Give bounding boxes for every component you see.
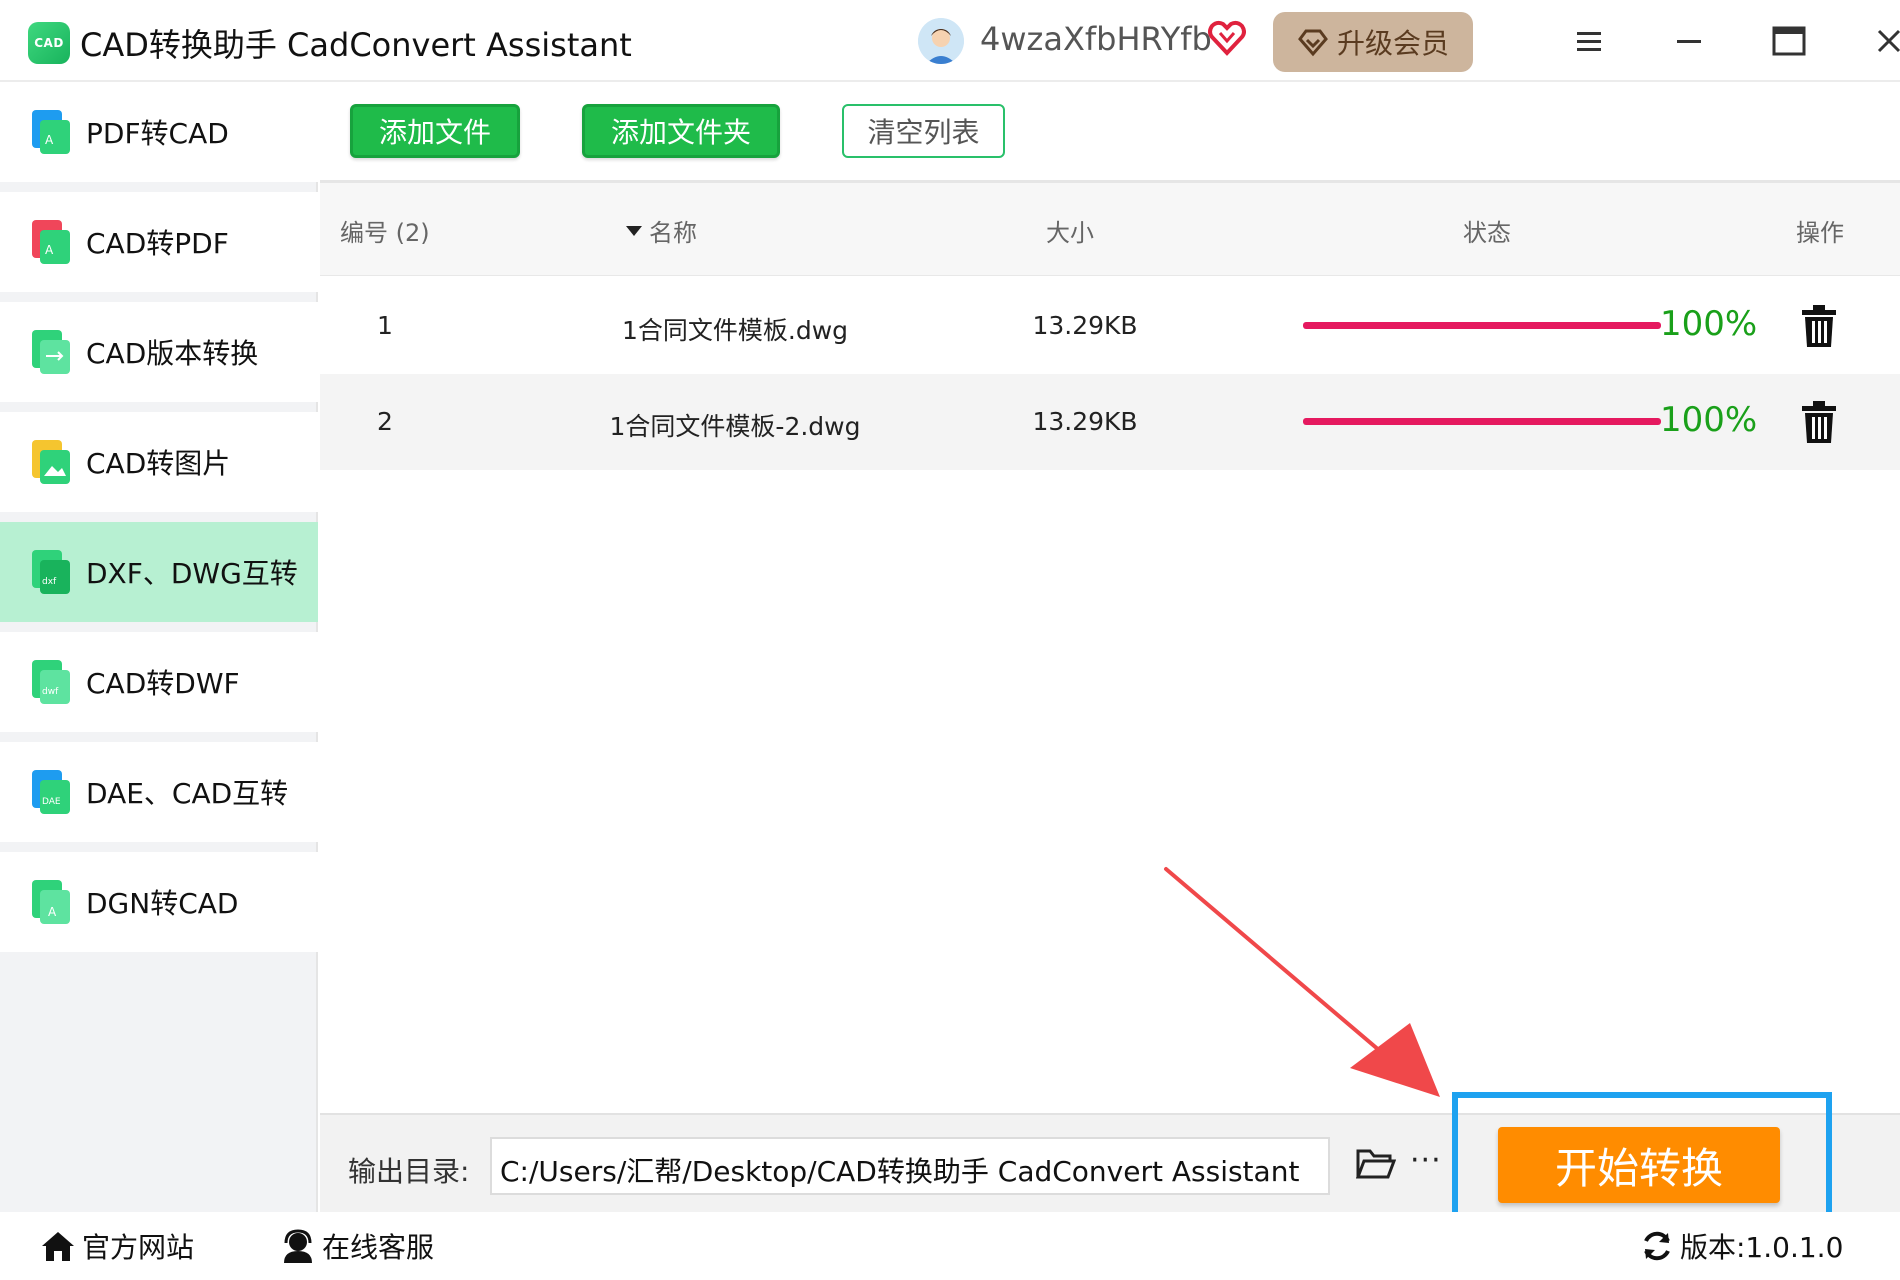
online-support-link[interactable]: 在线客服: [280, 1226, 434, 1266]
username[interactable]: 4wzaXfbHRYfb: [980, 20, 1212, 58]
dae-cad-icon: DAE: [32, 770, 70, 814]
header-index: 编号 (2): [340, 219, 430, 247]
progress-percent: 100%: [1660, 304, 1758, 344]
row-filesize: 13.29KB: [1032, 311, 1138, 340]
title-bar: CAD CAD转换助手 CadConvert Assistant 4wzaXfb…: [0, 0, 1900, 82]
online-support-label: 在线客服: [322, 1231, 435, 1264]
svg-text:A: A: [48, 905, 57, 919]
maximize-button[interactable]: [1764, 16, 1814, 66]
diamond-icon: [1298, 29, 1328, 57]
maximize-icon: [1772, 26, 1806, 56]
toolbar: 添加文件 添加文件夹 清空列表: [320, 82, 1900, 182]
sidebar-item-pdf-to-cad[interactable]: A PDF转CAD: [0, 82, 318, 182]
pdf-to-cad-icon: A: [32, 110, 70, 154]
vip-heart-icon: [1208, 20, 1246, 60]
delete-icon[interactable]: [1800, 400, 1838, 444]
header-name-label: 名称: [649, 219, 697, 247]
sidebar-item-label: CAD转图片: [86, 447, 231, 480]
file-table: 编号 (2) 名称 大小 状态 操作 1 1合同文件模板.dwg 13.29KB…: [320, 180, 1900, 1113]
add-file-button[interactable]: 添加文件: [350, 104, 520, 158]
annotation-arrow: [1164, 867, 1440, 1097]
row-index: 1: [377, 311, 393, 340]
table-row[interactable]: 2 1合同文件模板-2.dwg 13.29KB 100%: [320, 374, 1900, 470]
home-icon: [42, 1232, 74, 1261]
sidebar-item-dxf-dwg[interactable]: dxf DXF、DWG互转: [0, 522, 318, 622]
row-filename: 1合同文件模板-2.dwg: [609, 412, 861, 441]
sidebar-item-label: PDF转CAD: [86, 117, 229, 150]
sidebar-item-cad-to-dwf[interactable]: dwf CAD转DWF: [0, 632, 318, 732]
dgn-to-cad-icon: A: [32, 880, 70, 924]
progress-percent: 100%: [1660, 400, 1758, 440]
svg-text:DAE: DAE: [42, 797, 61, 807]
folder-open-icon[interactable]: [1356, 1147, 1396, 1181]
official-website-link[interactable]: 官方网站: [40, 1226, 194, 1266]
avatar-icon: [918, 18, 964, 64]
svg-text:A: A: [45, 133, 54, 147]
version-info: 版本:1.0.1.0: [1640, 1226, 1843, 1266]
add-folder-button[interactable]: 添加文件夹: [582, 104, 780, 158]
delete-icon[interactable]: [1800, 304, 1838, 348]
svg-text:dwf: dwf: [42, 687, 59, 697]
sidebar: A PDF转CAD A CAD转PDF CAD版本转换 CAD转图片 dxf D…: [0, 82, 318, 1212]
user-avatar[interactable]: [918, 18, 964, 64]
hamburger-icon: [1577, 32, 1601, 51]
output-dir-label: 输出目录:: [348, 1155, 470, 1188]
start-convert-button[interactable]: 开始转换: [1498, 1127, 1780, 1203]
header-size: 大小: [1046, 219, 1094, 247]
cad-to-image-icon: [32, 440, 70, 484]
menu-button[interactable]: [1564, 16, 1614, 66]
minimize-button[interactable]: [1664, 16, 1714, 66]
clear-list-button[interactable]: 清空列表: [842, 104, 1005, 158]
sidebar-item-cad-version[interactable]: CAD版本转换: [0, 302, 318, 402]
svg-text:A: A: [45, 243, 54, 257]
sidebar-item-label: DAE、CAD互转: [86, 777, 289, 810]
table-header: 编号 (2) 名称 大小 状态 操作: [320, 183, 1900, 276]
progress-bar: [1303, 418, 1661, 425]
official-website-label: 官方网站: [82, 1231, 195, 1264]
sidebar-item-label: CAD版本转换: [86, 337, 259, 370]
minimize-icon: [1677, 40, 1701, 43]
row-filename: 1合同文件模板.dwg: [621, 316, 849, 345]
close-button[interactable]: [1864, 16, 1900, 66]
sidebar-item-dgn-to-cad[interactable]: A DGN转CAD: [0, 852, 318, 952]
cad-to-pdf-icon: A: [32, 220, 70, 264]
row-filesize: 13.29KB: [1032, 407, 1138, 436]
cad-to-dwf-icon: dwf: [32, 660, 70, 704]
svg-text:dxf: dxf: [42, 577, 57, 587]
sidebar-item-dae-cad[interactable]: DAE DAE、CAD互转: [0, 742, 318, 842]
dxf-dwg-icon: dxf: [32, 550, 70, 594]
cad-version-icon: [32, 330, 70, 374]
header-name[interactable]: 名称: [625, 213, 697, 248]
app-title: CAD转换助手 CadConvert Assistant: [80, 26, 632, 64]
header-status: 状态: [1463, 219, 1511, 247]
row-index: 2: [377, 407, 393, 436]
progress-bar: [1303, 322, 1661, 329]
refresh-icon[interactable]: [1640, 1229, 1674, 1263]
app-logo: CAD: [28, 22, 70, 64]
footer: 官方网站 在线客服 版本:1.0.1.0: [0, 1212, 1900, 1280]
sidebar-item-label: DXF、DWG互转: [86, 557, 298, 590]
version-label: 版本:1.0.1.0: [1680, 1231, 1844, 1264]
sidebar-item-label: DGN转CAD: [86, 887, 239, 920]
output-path-field[interactable]: C:/Users/汇帮/Desktop/CAD转换助手 CadConvert A…: [490, 1137, 1330, 1195]
sidebar-item-label: CAD转PDF: [86, 227, 229, 260]
header-action: 操作: [1796, 219, 1844, 247]
sidebar-item-label: CAD转DWF: [86, 667, 240, 700]
sidebar-item-cad-to-image[interactable]: CAD转图片: [0, 412, 318, 512]
more-options-icon[interactable]: ···: [1410, 1143, 1442, 1178]
sort-down-icon: [626, 225, 642, 236]
table-row[interactable]: 1 1合同文件模板.dwg 13.29KB 100%: [320, 278, 1900, 374]
headset-icon: [284, 1229, 312, 1263]
upgrade-vip-button[interactable]: 升级会员: [1273, 12, 1473, 72]
close-icon: [1877, 29, 1900, 53]
upgrade-label: 升级会员: [1336, 27, 1449, 60]
sidebar-item-cad-to-pdf[interactable]: A CAD转PDF: [0, 192, 318, 292]
